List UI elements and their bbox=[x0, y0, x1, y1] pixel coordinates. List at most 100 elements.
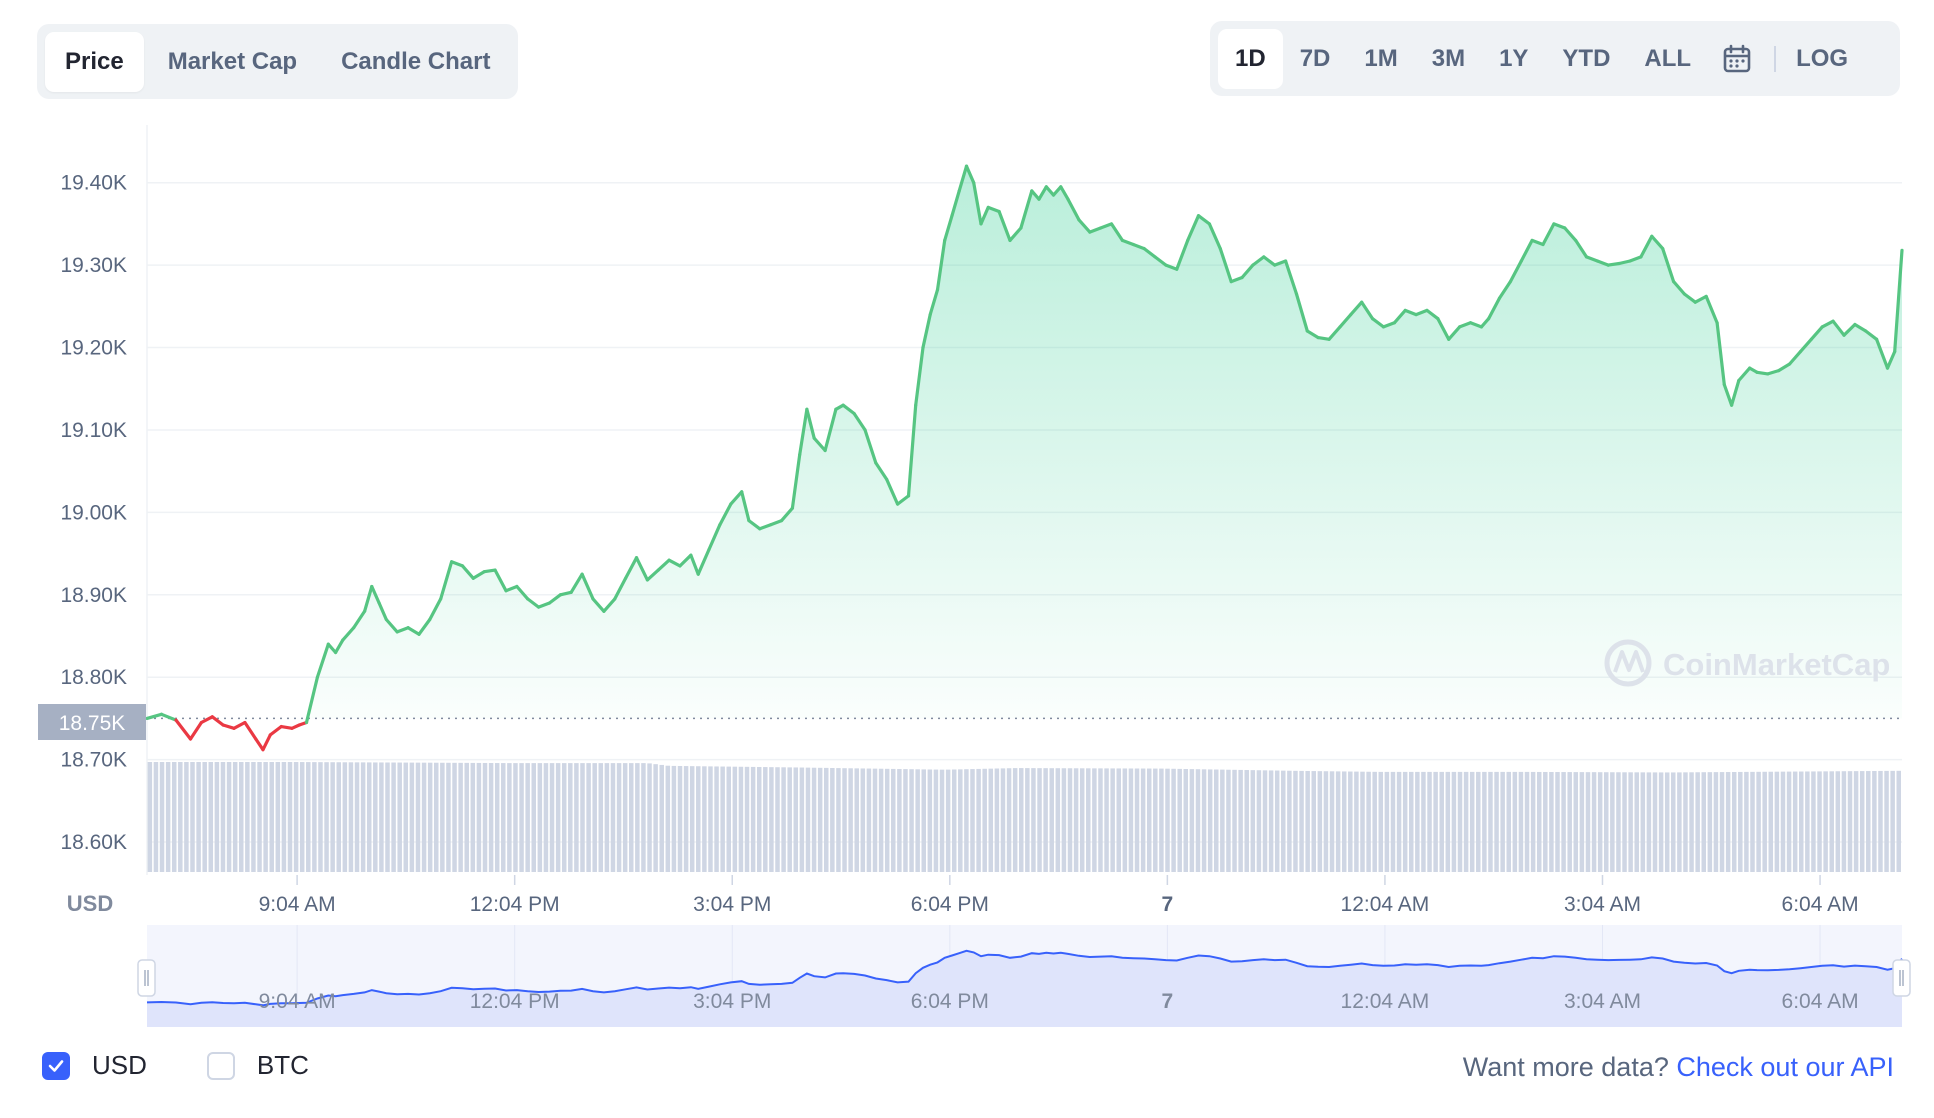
volume-bar bbox=[604, 763, 610, 872]
price-line-segment bbox=[254, 737, 265, 752]
volume-bar bbox=[1287, 770, 1292, 872]
volume-bar bbox=[470, 762, 476, 872]
volume-bar bbox=[415, 762, 421, 872]
volume-bar bbox=[811, 767, 817, 872]
volume-bar bbox=[568, 763, 573, 872]
volume-bar bbox=[165, 762, 171, 872]
volume-bar bbox=[1762, 771, 1767, 872]
navigator-tick-label: 9:04 AM bbox=[259, 990, 336, 1013]
volume-bar bbox=[1421, 771, 1426, 872]
volume-bar bbox=[153, 762, 159, 872]
volume-bar bbox=[708, 766, 713, 872]
y-tick-label: 19.00K bbox=[60, 501, 127, 524]
volume-bar bbox=[805, 767, 811, 872]
navigator-tick-label: 12:04 AM bbox=[1341, 990, 1430, 1013]
volume-bar bbox=[239, 762, 244, 872]
volume-bar bbox=[1457, 771, 1463, 872]
volume-bar bbox=[360, 762, 366, 872]
volume-bar bbox=[1079, 768, 1085, 872]
volume-bar bbox=[574, 763, 579, 872]
volume-bar bbox=[976, 768, 981, 872]
volume-bar bbox=[190, 762, 195, 872]
volume-bar bbox=[842, 768, 847, 872]
volume-bar bbox=[543, 763, 549, 872]
price-chart[interactable]: CoinMarketCap 18.60K 18.70K 18.80K 18.90K 19… bbox=[0, 0, 1934, 1118]
navigator-tick-label: 12:04 PM bbox=[470, 990, 560, 1013]
volume-bar bbox=[1116, 768, 1121, 872]
volume-bar bbox=[1695, 772, 1700, 872]
volume-bar bbox=[897, 769, 902, 872]
range-navigator[interactable]: 9:04 AM 12:04 PM 3:04 PM 6:04 PM 7 12:04 AM 3:… bbox=[137, 925, 1911, 1027]
volume-bar bbox=[458, 762, 463, 872]
navigator-tick-label: 7 bbox=[1162, 990, 1174, 1013]
volume-bar bbox=[299, 762, 305, 872]
volume-bar bbox=[1664, 772, 1670, 872]
volume-bar bbox=[1671, 772, 1676, 872]
usd-checkbox[interactable] bbox=[42, 1051, 70, 1080]
price-line-segment bbox=[279, 724, 294, 730]
volume-bar bbox=[1153, 768, 1158, 872]
y-tick-label: 18.60K bbox=[60, 831, 127, 854]
volume-bar bbox=[1713, 772, 1719, 872]
volume-bar bbox=[1250, 770, 1256, 872]
y-tick-label: 18.90K bbox=[60, 584, 127, 607]
volume-bar bbox=[1750, 771, 1755, 872]
volume-bar bbox=[1372, 771, 1377, 872]
api-link[interactable]: Check out our API bbox=[1676, 1052, 1894, 1082]
volume-bar bbox=[251, 762, 256, 872]
volume-bar bbox=[1396, 771, 1402, 872]
price-line-segment bbox=[482, 568, 497, 574]
volume-bar bbox=[269, 762, 274, 872]
volume-bar bbox=[440, 762, 445, 872]
volume-bar bbox=[226, 762, 232, 872]
volume-bar bbox=[1134, 768, 1140, 872]
volume-bar bbox=[1183, 768, 1189, 872]
volume-bar bbox=[1159, 768, 1164, 872]
volume-bar bbox=[171, 762, 177, 872]
navigator-tick-label: 6:04 PM bbox=[911, 990, 989, 1013]
navigator-tick-label: 3:04 PM bbox=[693, 990, 771, 1013]
volume-bar bbox=[1238, 769, 1243, 872]
volume-bar bbox=[903, 769, 908, 872]
volume-bar bbox=[1073, 768, 1079, 872]
open-price-label: 18.75K bbox=[59, 712, 126, 735]
volume-bar bbox=[1360, 771, 1365, 872]
volume-bar bbox=[1744, 771, 1749, 872]
volume-bar bbox=[501, 763, 506, 872]
volume-bar bbox=[1646, 772, 1652, 872]
volume-bar bbox=[1725, 772, 1731, 872]
y-tick-label: 19.10K bbox=[60, 419, 127, 442]
volume-bar bbox=[738, 766, 744, 872]
volume-bar bbox=[1616, 772, 1621, 872]
volume-bar bbox=[769, 767, 774, 872]
volume-bar bbox=[659, 764, 664, 872]
volume-bar bbox=[793, 767, 799, 872]
navigator-left-handle[interactable] bbox=[137, 959, 156, 997]
volume-bar bbox=[592, 763, 597, 872]
volume-bar bbox=[1128, 768, 1134, 872]
y-tick-label: 19.20K bbox=[60, 337, 127, 360]
volume-bar bbox=[1165, 768, 1170, 872]
volume-bar bbox=[1561, 772, 1566, 872]
volume-bar bbox=[1384, 771, 1390, 872]
navigator-right-handle[interactable] bbox=[1892, 959, 1911, 997]
btc-label: BTC bbox=[256, 1050, 309, 1080]
volume-bar bbox=[208, 762, 214, 872]
volume-bar bbox=[549, 763, 555, 872]
volume-bar bbox=[1543, 771, 1548, 872]
volume-bar bbox=[616, 763, 622, 872]
volume-bar bbox=[1329, 771, 1335, 872]
volume-bar bbox=[373, 762, 378, 872]
volume-bar bbox=[318, 762, 323, 872]
volume-bar bbox=[921, 769, 926, 872]
btc-checkbox[interactable] bbox=[206, 1051, 235, 1080]
volume-bar bbox=[622, 763, 628, 872]
price-line-segment bbox=[232, 720, 247, 730]
volume-bar bbox=[1817, 771, 1822, 872]
y-tick-label: 19.40K bbox=[60, 172, 127, 195]
volume-bar bbox=[1524, 771, 1530, 872]
volume-bar bbox=[635, 763, 640, 872]
volume-bar bbox=[939, 769, 945, 872]
volume-bar bbox=[184, 762, 189, 872]
volume-bar bbox=[476, 762, 482, 872]
